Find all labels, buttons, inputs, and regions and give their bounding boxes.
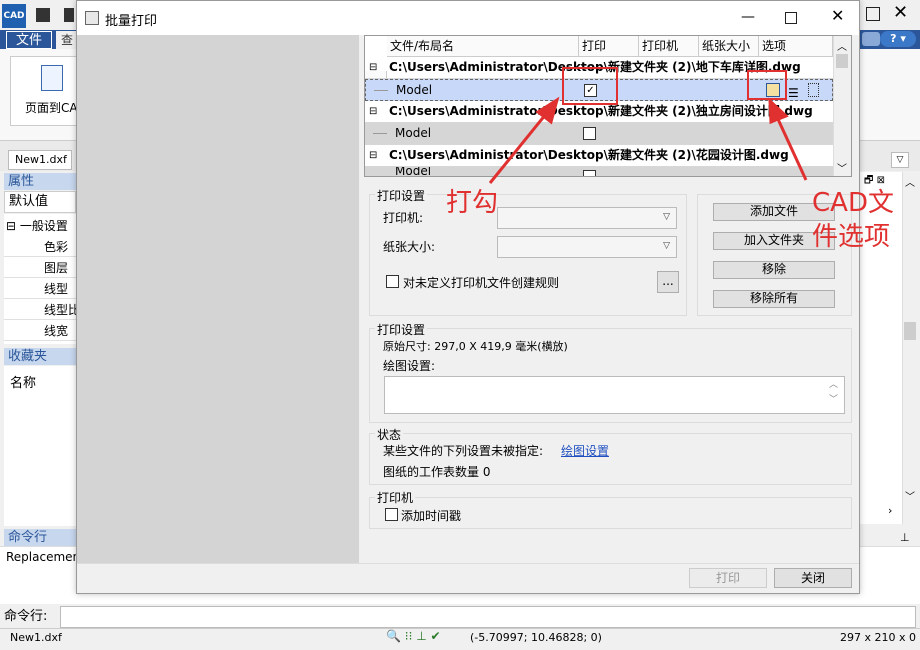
- annotation-options-label: CAD文件选项: [812, 188, 894, 252]
- annotation-arrows: [488, 96, 808, 184]
- annotation-check-label: 打勾: [446, 188, 499, 218]
